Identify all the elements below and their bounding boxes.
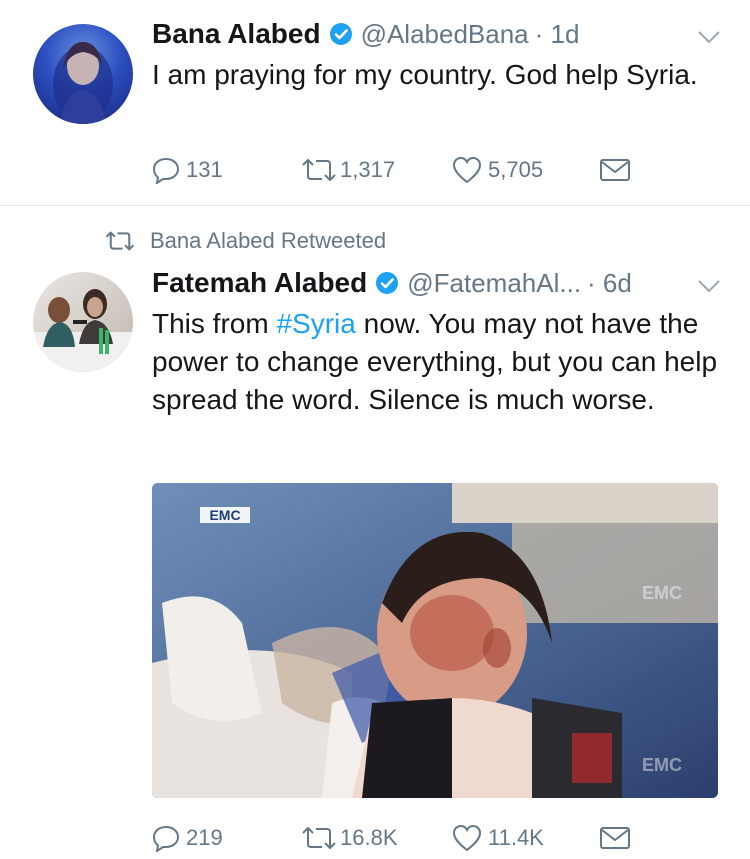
heart-icon <box>452 156 482 184</box>
username-handle[interactable]: @AlabedBana <box>361 19 529 50</box>
like-count: 11.4K <box>488 825 544 850</box>
like-button[interactable]: 5,705 <box>452 152 543 188</box>
tweet-text: I am praying for my country. God help Sy… <box>152 59 698 90</box>
reply-button[interactable]: 131 <box>152 152 223 188</box>
display-name[interactable]: Fatemah Alabed <box>152 267 367 299</box>
verified-badge-icon <box>376 272 399 294</box>
tweet-header: Bana Alabed @AlabedBana · 1d <box>152 16 579 52</box>
reply-count: 219 <box>186 825 223 850</box>
retweet-icon <box>302 827 336 849</box>
tweet-header: Fatemah Alabed @FatemahAl... · 6d <box>152 265 632 301</box>
avatar-image <box>33 289 133 372</box>
reply-count: 131 <box>186 157 223 182</box>
timestamp[interactable]: · 1d <box>535 19 580 50</box>
media-watermark: EMC <box>642 583 682 603</box>
hashtag-link[interactable]: #Syria <box>276 308 355 339</box>
verified-badge-icon <box>329 23 352 45</box>
display-name[interactable]: Bana Alabed <box>152 18 321 50</box>
username-handle[interactable]: @FatemahAl... <box>407 268 581 299</box>
retweeted-by-label: Bana Alabed Retweeted <box>150 228 387 253</box>
heart-icon <box>452 824 482 852</box>
tweet-actions: 131 1,317 5,705 <box>152 152 652 188</box>
avatar-image <box>53 42 113 124</box>
timestamp[interactable]: · 6d <box>587 268 632 299</box>
retweet-button[interactable]: 1,317 <box>300 152 395 188</box>
envelope-icon <box>600 159 630 181</box>
avatar[interactable] <box>33 24 133 124</box>
tweet-media-image[interactable]: EMC EMC EMC <box>152 483 718 798</box>
like-count: 5,705 <box>488 157 544 182</box>
direct-message-button[interactable] <box>599 820 631 856</box>
media-watermark: EMC <box>209 507 240 523</box>
avatar[interactable] <box>33 272 133 372</box>
reply-button[interactable]: 219 <box>152 820 223 856</box>
tweet-divider <box>0 205 750 206</box>
reply-icon <box>152 825 180 852</box>
retweet-count: 16.8K <box>340 825 398 850</box>
retweet-small-icon <box>105 231 135 251</box>
envelope-icon <box>600 827 630 849</box>
tweet-text: This from #Syria now. You may not have t… <box>152 305 732 419</box>
retweet-button[interactable]: 16.8K <box>300 820 398 856</box>
retweet-icon <box>302 159 336 181</box>
chevron-down-icon[interactable] <box>697 29 721 45</box>
retweet-count: 1,317 <box>340 157 396 182</box>
tweet-text-part: This from <box>152 308 277 339</box>
media-photo: EMC EMC EMC <box>152 483 718 798</box>
reply-icon <box>152 157 180 184</box>
like-button[interactable]: 11.4K <box>452 820 544 856</box>
media-watermark: EMC <box>642 755 682 775</box>
chevron-down-icon[interactable] <box>697 278 721 294</box>
tweet-actions: 219 16.8K 11.4K <box>152 820 652 856</box>
retweet-context[interactable]: Bana Alabed Retweeted <box>104 226 386 256</box>
direct-message-button[interactable] <box>599 152 631 188</box>
